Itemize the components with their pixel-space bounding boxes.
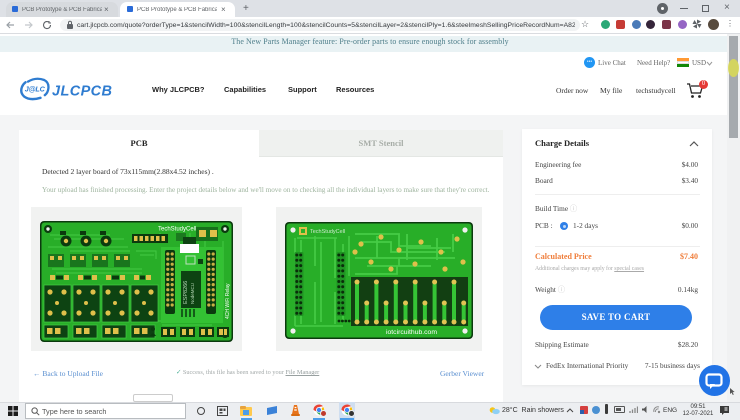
svg-text:J@LC: J@LC	[25, 84, 46, 93]
svg-text:JLCPCB: JLCPCB	[52, 84, 112, 100]
svg-text:4CH WiFi Relay: 4CH WiFi Relay	[225, 283, 231, 319]
svg-text:TechStudyCell: TechStudyCell	[158, 227, 196, 233]
svg-text:iotcircuithub.com: iotcircuithub.com	[386, 329, 437, 336]
svg-text:ESP8266: ESP8266	[183, 281, 189, 304]
svg-text:TechStudyCell: TechStudyCell	[310, 229, 345, 235]
svg-text:NodeMCU: NodeMCU	[190, 283, 195, 304]
